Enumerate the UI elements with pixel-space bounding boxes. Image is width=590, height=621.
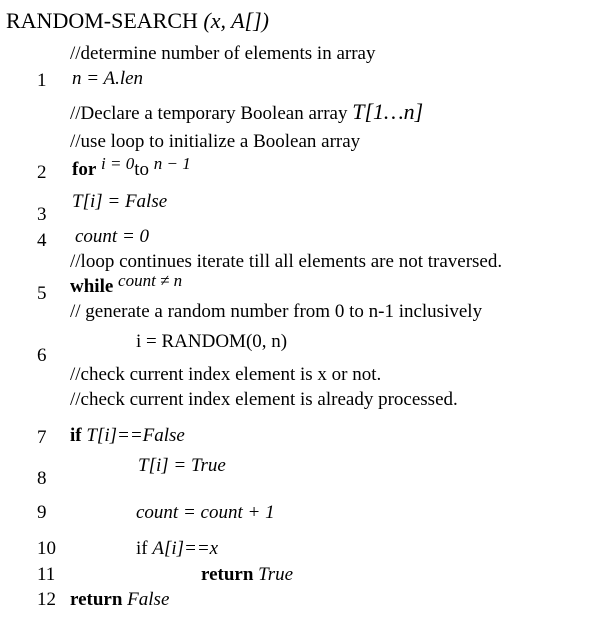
line-number-11: 11 <box>37 564 56 585</box>
comment-determine: //determine number of elements in array <box>70 43 376 64</box>
line-7-code: if T[i]==False <box>70 426 185 445</box>
algorithm-args: (x, A[]) <box>203 8 270 33</box>
keyword-if: if <box>70 425 82 446</box>
line-8-code: T[i] = True <box>138 455 226 476</box>
line-10-code: if A[i]==x <box>136 539 218 558</box>
comment-check-x: //check current index element is x or no… <box>70 364 382 385</box>
algorithm-title: RANDOM-SEARCH (x, A[]) <box>6 10 269 32</box>
comment-check-processed: //check current index element is already… <box>70 389 458 410</box>
line-number-2: 2 <box>37 162 47 183</box>
line-number-3: 3 <box>37 204 47 225</box>
line-number-6: 6 <box>37 345 47 366</box>
comment-loop-continue: //loop continues iterate till all elemen… <box>70 251 503 272</box>
comment-declare: //Declare a temporary Boolean array T[1…… <box>70 99 424 124</box>
line-11-code: return True <box>201 565 293 584</box>
line-number-7: 7 <box>37 427 47 448</box>
for-end: n − 1 <box>153 154 191 173</box>
line-5-code: while count ≠ n <box>70 272 182 297</box>
algorithm-name: RANDOM-SEARCH <box>6 8 198 33</box>
line-1-code: n = A.len <box>72 68 144 89</box>
return-value-true: True <box>258 564 294 585</box>
line-number-1: 1 <box>37 70 47 91</box>
keyword-for: for <box>72 159 97 180</box>
return-value-false: False <box>127 589 170 610</box>
keyword-return-true: return <box>201 564 254 585</box>
comment-generate: // generate a random number from 0 to n-… <box>70 301 483 322</box>
line-2-code: for i = 0to n − 1 <box>72 155 191 180</box>
line-6-code: i = RANDOM(0, n) <box>136 331 288 352</box>
line-9-code: count = count + 1 <box>136 502 275 523</box>
comment-declare-math: T[1…n] <box>352 99 424 124</box>
for-start: i = 0 <box>101 154 135 173</box>
keyword-if-inner: if <box>136 538 148 559</box>
line-3-code: T[i] = False <box>72 191 168 212</box>
if-inner-condition: A[i]==x <box>152 538 219 559</box>
keyword-while: while <box>70 276 114 297</box>
line-number-10: 10 <box>37 538 56 559</box>
line-number-9: 9 <box>37 502 47 523</box>
if-condition: T[i]==False <box>86 425 185 446</box>
line-number-12: 12 <box>37 589 56 610</box>
line-12-code: return False <box>70 590 169 609</box>
comment-declare-text: //Declare a temporary Boolean array <box>70 103 348 124</box>
keyword-to: to <box>134 159 149 180</box>
line-number-8: 8 <box>37 468 47 489</box>
while-condition: count ≠ n <box>118 271 183 290</box>
line-number-4: 4 <box>37 230 47 251</box>
keyword-return-false: return <box>70 589 123 610</box>
line-number-5: 5 <box>37 283 47 304</box>
line-4-code: count = 0 <box>75 226 150 247</box>
comment-loop-init: //use loop to initialize a Boolean array <box>70 131 361 152</box>
